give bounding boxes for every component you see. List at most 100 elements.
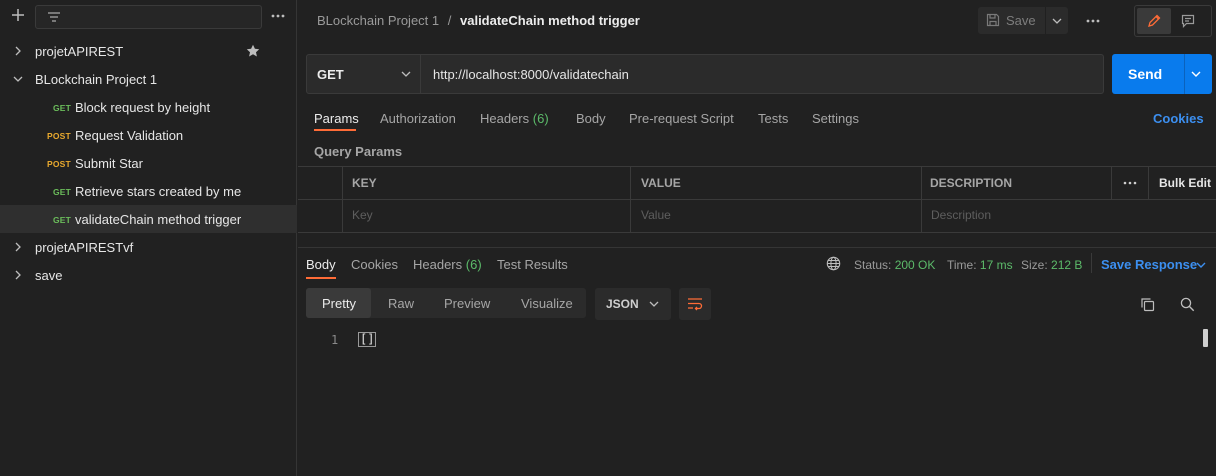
send-button-group: Send [1112, 54, 1212, 94]
status-value: 200 OK [894, 258, 936, 272]
chevron-down-icon[interactable] [1191, 69, 1201, 79]
request-item[interactable]: POST Submit Star [0, 149, 297, 177]
save-response-label: Save Response [1101, 257, 1198, 272]
filter-icon[interactable] [47, 11, 61, 23]
format-select[interactable]: JSON [595, 288, 671, 320]
globe-icon[interactable] [826, 256, 841, 271]
view-mode-pretty-label: Pretty [322, 296, 356, 311]
column-header-description: DESCRIPTION [930, 176, 1013, 190]
wrap-lines-button[interactable] [679, 288, 711, 320]
chevron-down-icon[interactable] [1052, 16, 1062, 26]
response-tab-test-results[interactable]: Test Results [497, 257, 568, 272]
pencil-icon [1147, 14, 1161, 28]
param-value-input[interactable]: Value [641, 208, 671, 222]
response-body-content[interactable]: [] [358, 332, 377, 347]
response-tab-indicator [306, 277, 336, 279]
response-tab-headers-label: Headers [413, 257, 463, 272]
plus-icon[interactable] [11, 8, 25, 22]
chevron-down-icon [401, 69, 411, 79]
collection-label: BLockchain Project 1 [35, 72, 158, 87]
response-tab-headers-count: (6) [465, 257, 482, 272]
query-params-title: Query Params [314, 144, 403, 159]
tab-prerequest-script[interactable]: Pre-request Script [629, 111, 734, 126]
request-label: Retrieve stars created by me [75, 184, 242, 199]
star-icon[interactable] [246, 44, 260, 58]
more-options-icon[interactable] [1086, 19, 1100, 23]
method-badge: POST [47, 131, 71, 141]
time-value: 17 ms [979, 258, 1013, 272]
tab-headers-label: Headers [480, 111, 530, 126]
request-title[interactable]: validateChain method trigger [460, 13, 640, 28]
chevron-down-icon[interactable] [13, 74, 23, 84]
chevron-right-icon[interactable] [13, 270, 23, 280]
view-mode-tabs: Pretty Raw Preview Visualize [306, 288, 586, 318]
request-item[interactable]: GET Block request by height [0, 93, 297, 121]
request-item[interactable]: POST Request Validation [0, 121, 297, 149]
format-value: JSON [606, 297, 639, 311]
breadcrumb: BLockchain Project 1 / validateChain met… [317, 13, 640, 28]
line-number: 1 [331, 333, 339, 347]
copy-icon[interactable] [1140, 297, 1155, 312]
collection-blockchain-project-1[interactable]: BLockchain Project 1 [0, 65, 297, 93]
response-status: Status: 200 OK [854, 258, 935, 272]
time-label: Time: [947, 258, 977, 272]
edit-mode-button[interactable] [1137, 8, 1171, 34]
method-badge: GET [53, 103, 72, 113]
send-button[interactable]: Send [1112, 54, 1184, 94]
tab-params[interactable]: Params [314, 111, 359, 126]
sidebar-search-input[interactable] [35, 5, 262, 29]
breadcrumb-collection[interactable]: BLockchain Project 1 [317, 13, 439, 28]
url-input[interactable]: http://localhost:8000/validatechain [422, 55, 1102, 93]
method-select[interactable]: GET [307, 55, 421, 93]
view-mode-preview[interactable]: Preview [444, 296, 490, 311]
scrollbar-thumb[interactable] [1203, 329, 1208, 347]
send-label: Send [1128, 66, 1163, 82]
size-label: Size: [1021, 258, 1048, 272]
tab-tests[interactable]: Tests [758, 111, 788, 126]
request-item-active[interactable]: GET validateChain method trigger [0, 205, 297, 233]
collection-projetapirestvf[interactable]: projetAPIRESTvf [0, 233, 297, 261]
tab-body[interactable]: Body [576, 111, 606, 126]
more-options-icon[interactable] [1123, 181, 1137, 185]
chevron-down-icon [649, 299, 659, 309]
method-badge: GET [53, 215, 72, 225]
cookies-link[interactable]: Cookies [1153, 111, 1204, 126]
request-item[interactable]: GET Retrieve stars created by me [0, 177, 297, 205]
collection-save[interactable]: save [0, 261, 297, 289]
wrap-lines-icon [687, 297, 703, 311]
more-options-icon[interactable] [271, 14, 285, 18]
chevron-right-icon[interactable] [13, 46, 23, 56]
save-button-group: Save [978, 7, 1068, 34]
collection-label: save [35, 268, 63, 283]
param-key-input[interactable]: Key [352, 208, 373, 222]
view-toggle [1134, 5, 1212, 37]
collection-projetapirest[interactable]: projetAPIREST [0, 37, 297, 65]
request-label: Submit Star [75, 156, 143, 171]
param-description-input[interactable]: Description [931, 208, 991, 222]
save-response-button[interactable]: Save Response [1101, 257, 1197, 272]
view-mode-visualize[interactable]: Visualize [521, 296, 573, 311]
save-label: Save [1006, 13, 1036, 28]
response-size: Size: 212 B [1021, 258, 1082, 272]
comment-icon[interactable] [1181, 14, 1195, 28]
bulk-edit-button[interactable]: Bulk Edit [1159, 176, 1211, 190]
method-value: GET [317, 67, 344, 82]
main-panel: BLockchain Project 1 / validateChain met… [298, 0, 1216, 476]
request-label: Block request by height [75, 100, 211, 115]
chevron-right-icon[interactable] [13, 242, 23, 252]
tab-headers[interactable]: Headers (6) [480, 111, 549, 126]
search-icon[interactable] [1180, 297, 1195, 312]
response-tab-cookies[interactable]: Cookies [351, 257, 398, 272]
response-tab-body[interactable]: Body [306, 257, 336, 272]
view-mode-pretty[interactable]: Pretty [306, 288, 371, 318]
tab-headers-count: (6) [532, 111, 549, 126]
request-label: validateChain method trigger [75, 212, 242, 227]
tab-authorization[interactable]: Authorization [380, 111, 456, 126]
tab-settings[interactable]: Settings [812, 111, 859, 126]
column-header-value: VALUE [641, 176, 681, 190]
collection-label: projetAPIRESTvf [35, 240, 134, 255]
save-button[interactable]: Save [978, 7, 1044, 34]
response-tab-headers[interactable]: Headers (6) [413, 257, 482, 272]
view-mode-raw[interactable]: Raw [388, 296, 414, 311]
chevron-down-icon[interactable] [1196, 260, 1206, 270]
